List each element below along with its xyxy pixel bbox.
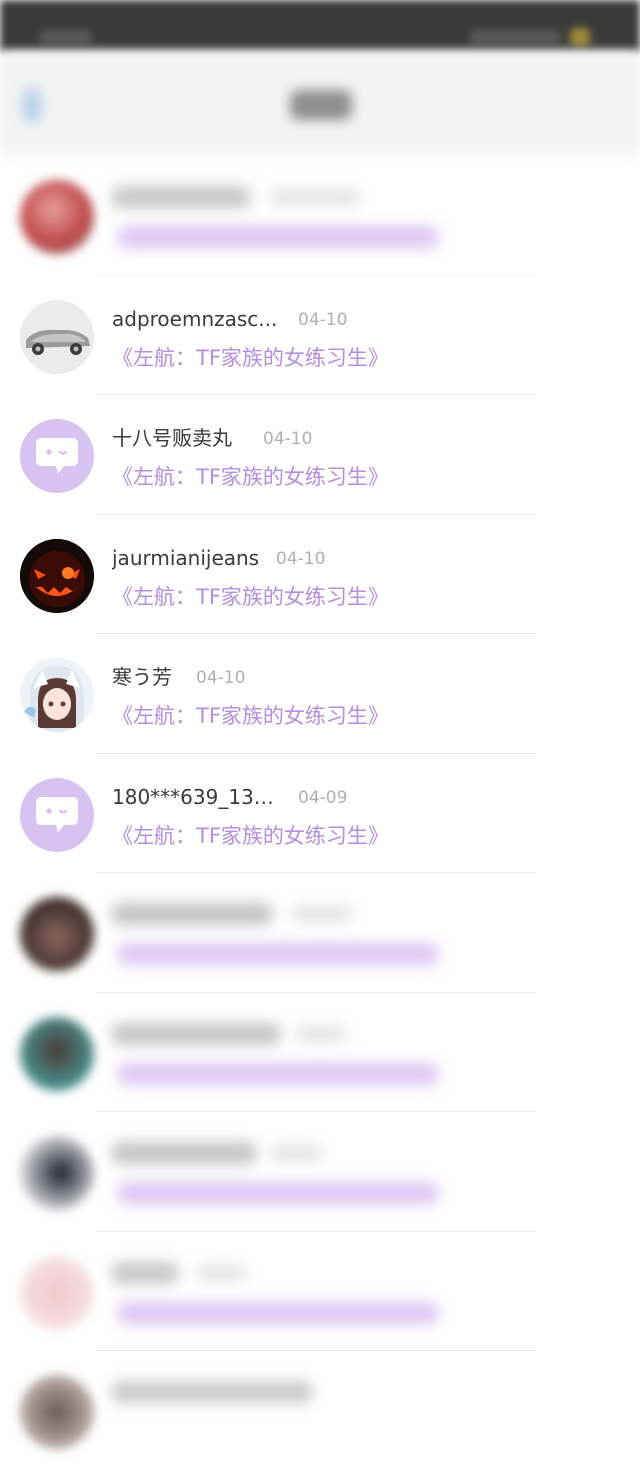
- date: 04-10: [276, 548, 326, 569]
- pumpkin-face-icon: [20, 538, 94, 613]
- book-title[interactable]: 《左航：TF家族的女练习生》: [112, 822, 389, 850]
- username[interactable]: jaurmianijeans: [112, 545, 259, 571]
- status-icons-blur: [470, 30, 560, 44]
- nav-bar: [0, 52, 640, 156]
- list-item[interactable]: [0, 1351, 640, 1471]
- book-title[interactable]: 《左航：TF家族的女练习生》: [112, 702, 389, 730]
- avatar[interactable]: [20, 1375, 94, 1449]
- back-arrow-icon[interactable]: [22, 88, 42, 122]
- avatar[interactable]: [20, 1136, 94, 1210]
- pumpkin-avatar[interactable]: [20, 538, 94, 613]
- date: 04-10: [298, 309, 348, 330]
- anime-girl-icon: [20, 658, 94, 732]
- chat-bubble-icon: [36, 438, 78, 474]
- status-time-blur: [40, 30, 92, 44]
- list-item[interactable]: 180***639_131... 04-09 《左航：TF家族的女练习生》: [0, 754, 640, 873]
- date: 04-09: [298, 787, 348, 808]
- username[interactable]: 寒う芳: [112, 664, 172, 690]
- avatar[interactable]: [20, 1255, 94, 1330]
- user-list: adproemnzasc... 04-10 《左航：TF家族的女练习生》 十八号…: [0, 156, 640, 1471]
- book-title[interactable]: 《左航：TF家族的女练习生》: [112, 583, 389, 611]
- avatar[interactable]: [20, 1016, 94, 1091]
- battery-icon: [570, 28, 590, 46]
- date: 04-10: [196, 668, 246, 688]
- list-item[interactable]: [0, 156, 640, 276]
- username[interactable]: 180***639_131...: [112, 784, 282, 810]
- list-item[interactable]: adproemnzasc... 04-10 《左航：TF家族的女练习生》: [0, 276, 640, 395]
- car-avatar[interactable]: [20, 299, 94, 374]
- list-item[interactable]: [0, 1232, 640, 1351]
- anime-avatar[interactable]: [20, 658, 94, 732]
- chat-bubble-icon: [36, 796, 78, 833]
- username[interactable]: adproemnzasc...: [112, 306, 277, 332]
- list-item[interactable]: [0, 1112, 640, 1232]
- book-title[interactable]: 《左航：TF家族的女练习生》: [112, 463, 389, 491]
- default-avatar[interactable]: [20, 777, 94, 852]
- list-item[interactable]: [0, 993, 640, 1112]
- avatar[interactable]: [20, 180, 94, 254]
- list-item[interactable]: jaurmianijeans 04-10 《左航：TF家族的女练习生》: [0, 515, 640, 634]
- status-bar: [0, 0, 640, 52]
- date: 04-10: [263, 429, 313, 449]
- list-item[interactable]: 寒う芳 04-10 《左航：TF家族的女练习生》: [0, 634, 640, 754]
- list-item[interactable]: [0, 873, 640, 993]
- book-title[interactable]: 《左航：TF家族的女练习生》: [112, 344, 389, 372]
- default-avatar[interactable]: [20, 419, 94, 493]
- list-item[interactable]: 十八号贩卖丸 04-10 《左航：TF家族的女练习生》: [0, 395, 640, 515]
- car-icon: [20, 299, 94, 374]
- username[interactable]: 十八号贩卖丸: [112, 425, 232, 451]
- page-title-blur: [290, 90, 352, 120]
- avatar[interactable]: [20, 897, 94, 971]
